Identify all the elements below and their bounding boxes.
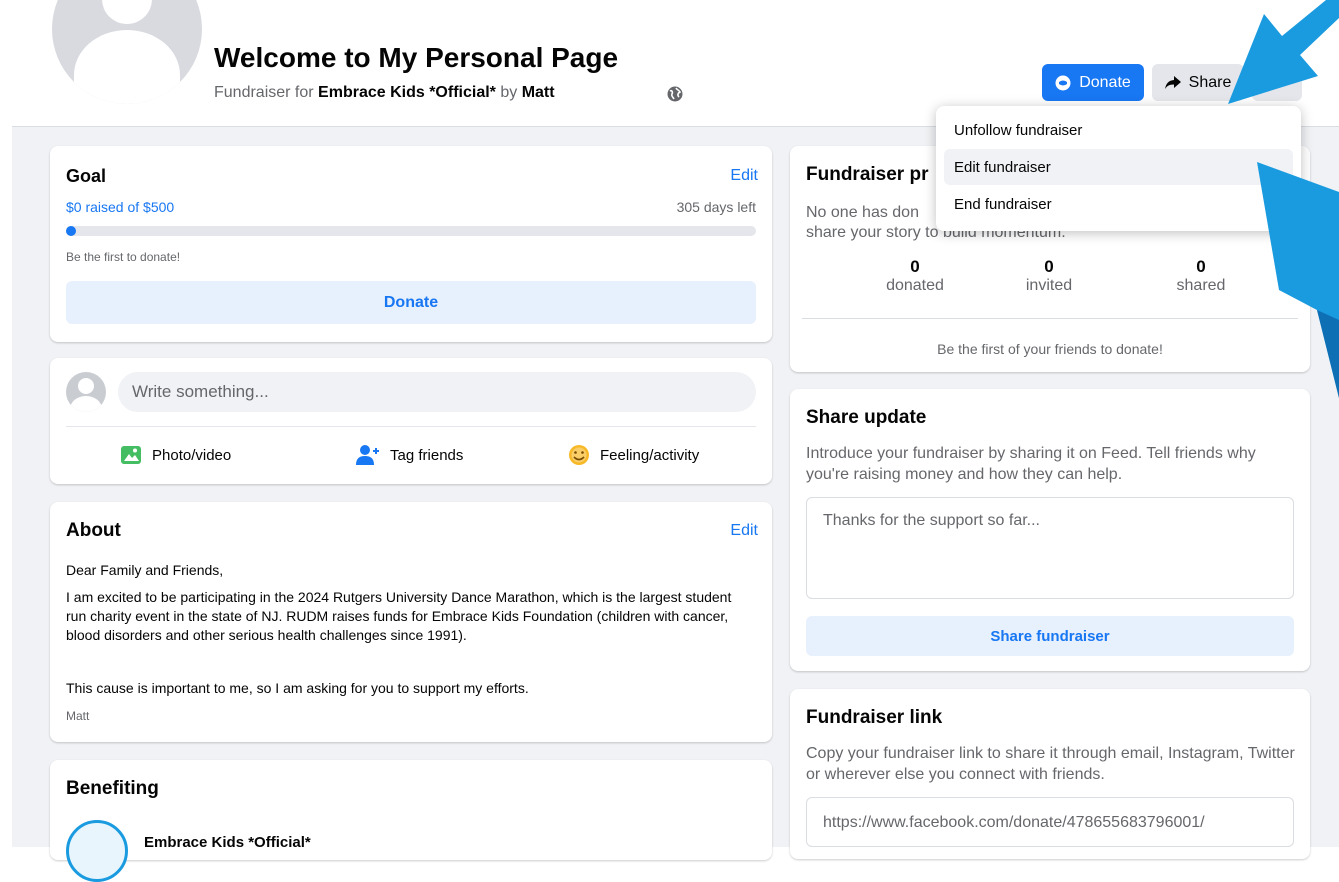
- about-card: About Edit Dear Family and Friends, I am…: [50, 502, 772, 742]
- goal-progress-dot: [66, 226, 76, 236]
- composer-avatar[interactable]: [66, 372, 106, 412]
- annotation-arrow-bottom: [1257, 162, 1339, 398]
- fundraiser-options-menu: Unfollow fundraiser Edit fundraiser End …: [936, 106, 1301, 231]
- about-heading: About: [66, 520, 121, 541]
- stat-donated: 0 donated: [886, 257, 944, 294]
- first-donate-text: Be the first to donate!: [66, 250, 181, 264]
- charity-name[interactable]: Embrace Kids *Official*: [144, 834, 311, 851]
- menu-item-edit[interactable]: Edit fundraiser: [944, 149, 1293, 185]
- stat-shared: 0 shared: [1176, 257, 1226, 294]
- fundraiser-subtitle: Fundraiser for Embrace Kids *Official* b…: [214, 84, 555, 101]
- menu-item-end[interactable]: End fundraiser: [944, 186, 1293, 222]
- about-edit-link[interactable]: Edit: [730, 522, 758, 540]
- share-update-card: Share update Introduce your fundraiser b…: [790, 389, 1310, 671]
- tag-friends-icon: [356, 445, 379, 465]
- about-paragraph: I am excited to be participating in the …: [66, 589, 732, 643]
- progress-heading: Fundraiser pr: [806, 164, 929, 185]
- organization-link[interactable]: Embrace Kids *Official*: [318, 84, 496, 101]
- days-left: 305 days left: [676, 199, 756, 215]
- about-greeting: Dear Family and Friends,: [66, 562, 224, 578]
- stat-invited: 0 invited: [1025, 257, 1073, 294]
- about-signature: Matt: [66, 709, 90, 723]
- charity-logo[interactable]: [66, 820, 128, 882]
- goal-heading: Goal: [66, 166, 107, 186]
- progress-divider: [802, 318, 1298, 319]
- share-arrow-icon: [1164, 75, 1181, 89]
- profile-avatar[interactable]: [52, 0, 202, 104]
- post-composer-card: Write something... Photo/video Tag frien…: [50, 358, 772, 484]
- link-description: Copy your fundraiser link to share it th…: [806, 745, 1295, 783]
- share-update-textarea[interactable]: Thanks for the support so far...: [806, 497, 1294, 599]
- benefiting-heading: Benefiting: [66, 778, 159, 799]
- goal-donate-button[interactable]: Donate: [66, 281, 756, 324]
- share-update-description: Introduce your fundraiser by sharing it …: [806, 445, 1256, 483]
- goal-edit-link[interactable]: Edit: [730, 167, 758, 185]
- page-title: Welcome to My Personal Page: [214, 42, 619, 73]
- feeling-activity-button[interactable]: Feeling/activity: [568, 444, 699, 466]
- author-link[interactable]: Matt: [522, 84, 555, 101]
- share-update-heading: Share update: [806, 407, 927, 428]
- composer-divider: [66, 426, 756, 427]
- globe-icon: [667, 86, 683, 102]
- donate-icon: [1055, 75, 1071, 90]
- fundraiser-url-field[interactable]: https://www.facebook.com/donate/47865568…: [806, 797, 1294, 847]
- link-heading: Fundraiser link: [806, 707, 943, 728]
- about-paragraph-2: This cause is important to me, so I am a…: [66, 680, 529, 696]
- header-donate-button[interactable]: Donate: [1042, 64, 1144, 101]
- tag-friends-button[interactable]: Tag friends: [356, 444, 463, 466]
- write-something-input[interactable]: Write something...: [118, 372, 756, 412]
- photo-video-button[interactable]: Photo/video: [120, 444, 231, 466]
- friends-donate-text: Be the first of your friends to donate!: [937, 341, 1163, 357]
- goal-card: Goal Edit $0 raised of $500 305 days lef…: [50, 146, 772, 342]
- feeling-smiley-icon: [569, 445, 589, 465]
- photo-icon: [121, 446, 141, 464]
- annotation-arrow-top: [1228, 0, 1339, 104]
- raised-text: $0 raised of $500: [66, 199, 175, 215]
- menu-item-unfollow[interactable]: Unfollow fundraiser: [944, 112, 1293, 148]
- goal-progress-bar: [66, 226, 756, 236]
- fundraiser-link-card: Fundraiser link Copy your fundraiser lin…: [790, 689, 1310, 859]
- share-fundraiser-button[interactable]: Share fundraiser: [806, 616, 1294, 656]
- benefiting-card: Benefiting Embrace Kids *Official*: [50, 760, 772, 882]
